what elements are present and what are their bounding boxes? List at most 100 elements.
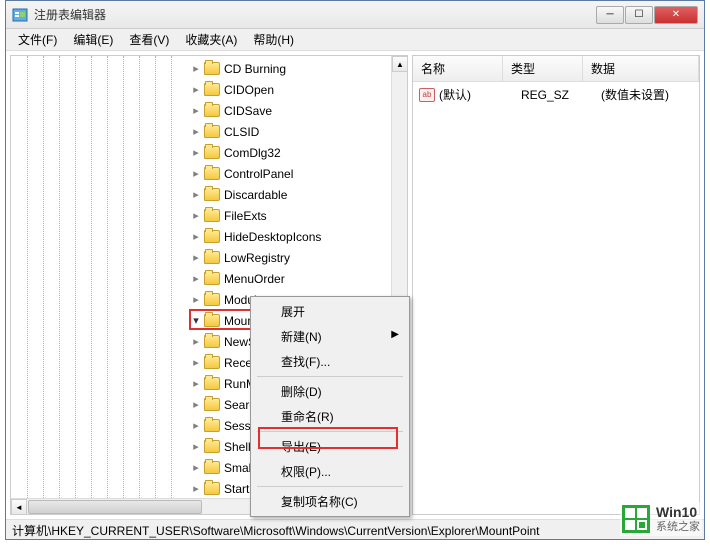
folder-icon [204, 272, 220, 285]
tree-expander-icon[interactable]: ▸ [189, 293, 203, 307]
watermark: Win10 系统之家 [620, 502, 702, 536]
context-item[interactable]: 展开 [253, 299, 407, 324]
tree-item[interactable]: ▸ LowRegistry [13, 247, 389, 268]
hscroll-thumb[interactable] [28, 500, 202, 514]
folder-icon [204, 251, 220, 264]
watermark-line1: Win10 [656, 504, 700, 521]
folder-icon [204, 398, 220, 411]
folder-icon [204, 293, 220, 306]
menu-edit[interactable]: 编辑(E) [65, 29, 121, 50]
folder-icon [204, 440, 220, 453]
tree-item[interactable]: ▸ FileExts [13, 205, 389, 226]
tree-expander-icon[interactable]: ▸ [189, 251, 203, 265]
folder-icon [204, 188, 220, 201]
tree-item[interactable]: ▸CIDSave [13, 100, 389, 121]
tree-item[interactable]: ▸ ComDlg32 [13, 142, 389, 163]
tree-item[interactable]: ▸ CD Burning [13, 58, 389, 79]
tree-item-label: HideDesktopIcons [224, 230, 321, 244]
tree-item-label: CD Burning [224, 62, 286, 76]
tree-item-label: FileExts [224, 209, 267, 223]
list-body: ab (默认) REG_SZ (数值未设置) [413, 82, 699, 514]
folder-icon [204, 461, 220, 474]
context-item[interactable]: 删除(D) [253, 379, 407, 404]
menu-favorites[interactable]: 收藏夹(A) [177, 29, 245, 50]
tree-item[interactable]: ▸ ControlPanel [13, 163, 389, 184]
scroll-left-button[interactable]: ◄ [11, 499, 27, 515]
tree-expander-icon[interactable]: ▸ [189, 83, 203, 97]
scroll-up-button[interactable]: ▲ [392, 56, 408, 72]
regedit-icon [12, 7, 28, 23]
tree-expander-icon[interactable]: ▸ [189, 482, 203, 496]
value-data: (数值未设置) [601, 86, 693, 103]
folder-icon [204, 83, 220, 96]
folder-icon [204, 230, 220, 243]
tree-expander-icon[interactable]: ▸ [189, 167, 203, 181]
tree-item-label: Discardable [224, 188, 287, 202]
tree-expander-icon[interactable]: ▸ [189, 356, 203, 370]
tree-item-label: MenuOrder [224, 272, 285, 286]
list-pane[interactable]: 名称 类型 数据 ab (默认) REG_SZ (数值未设置) [412, 55, 700, 515]
folder-icon [204, 335, 220, 348]
folder-icon [204, 167, 220, 180]
tree-item[interactable]: ▸ Discardable [13, 184, 389, 205]
context-separator [257, 486, 403, 487]
tree-expander-icon[interactable]: ▸ [189, 335, 203, 349]
tree-expander-icon[interactable]: ▸ [189, 377, 203, 391]
tree-expander-icon[interactable]: ▸ [189, 209, 203, 223]
folder-icon [204, 356, 220, 369]
submenu-arrow-icon: ▶ [391, 329, 399, 340]
tree-item-label: ControlPanel [224, 167, 293, 181]
col-name[interactable]: 名称 [413, 56, 503, 81]
folder-icon [204, 482, 220, 495]
menubar: 文件(F) 编辑(E) 查看(V) 收藏夹(A) 帮助(H) [6, 29, 704, 51]
context-item[interactable]: 权限(P)... [253, 459, 407, 484]
col-type[interactable]: 类型 [503, 56, 583, 81]
context-item[interactable]: 重命名(R) [253, 404, 407, 429]
tree-expander-icon[interactable]: ▸ [189, 62, 203, 76]
menu-help[interactable]: 帮助(H) [245, 29, 302, 50]
tree-item[interactable]: ▸ MenuOrder [13, 268, 389, 289]
context-item[interactable]: 查找(F)... [253, 349, 407, 374]
tree-item[interactable]: ▸ CLSID [13, 121, 389, 142]
list-row[interactable]: ab (默认) REG_SZ (数值未设置) [415, 84, 697, 105]
folder-icon [204, 104, 220, 117]
tree-expander-icon[interactable]: ▸ [189, 146, 203, 160]
tree-expander-icon[interactable]: ▸ [189, 272, 203, 286]
tree-expander-icon[interactable]: ▸ [189, 419, 203, 433]
folder-icon [204, 125, 220, 138]
tree-expander-icon[interactable]: ▸ [189, 104, 203, 118]
folder-icon [204, 209, 220, 222]
col-data[interactable]: 数据 [583, 56, 699, 81]
tree-item-label: ComDlg32 [224, 146, 281, 160]
context-item[interactable]: 新建(N)▶ [253, 324, 407, 349]
context-item[interactable]: 复制项名称(C) [253, 489, 407, 514]
value-name: (默认) [439, 86, 521, 103]
tree-expander-icon[interactable]: ▸ [189, 125, 203, 139]
watermark-logo-icon [622, 505, 650, 533]
tree-expander-icon[interactable]: ▸ [189, 398, 203, 412]
tree-expander-icon[interactable]: ▸ [189, 188, 203, 202]
tree-expander-icon[interactable]: ▸ [189, 440, 203, 454]
tree-expander-icon[interactable]: ▸ [189, 461, 203, 475]
minimize-button[interactable]: ─ [596, 6, 624, 24]
tree-expander-icon[interactable]: ▸ [189, 230, 203, 244]
context-item[interactable]: 导出(E) [253, 434, 407, 459]
statusbar: 计算机\HKEY_CURRENT_USER\Software\Microsoft… [6, 519, 704, 539]
tree-item[interactable]: ▸ HideDesktopIcons [13, 226, 389, 247]
menu-view[interactable]: 查看(V) [121, 29, 177, 50]
titlebar[interactable]: 注册表编辑器 ─ ☐ ✕ [6, 1, 704, 29]
context-separator [257, 431, 403, 432]
watermark-line2: 系统之家 [656, 521, 700, 534]
string-value-icon: ab [419, 88, 435, 102]
maximize-button[interactable]: ☐ [625, 6, 653, 24]
tree-item-label: CIDOpen [224, 83, 274, 97]
context-menu: 展开新建(N)▶查找(F)... 删除(D)重命名(R) 导出(E)权限(P)...… [250, 296, 410, 517]
tree-item[interactable]: ▸ CIDOpen [13, 79, 389, 100]
window-title: 注册表编辑器 [34, 6, 596, 23]
tree-item-label: CLSID [224, 125, 259, 139]
value-type: REG_SZ [521, 88, 601, 102]
close-button[interactable]: ✕ [654, 6, 698, 24]
folder-icon [204, 419, 220, 432]
menu-file[interactable]: 文件(F) [10, 29, 65, 50]
tree-item-label: LowRegistry [224, 251, 290, 265]
